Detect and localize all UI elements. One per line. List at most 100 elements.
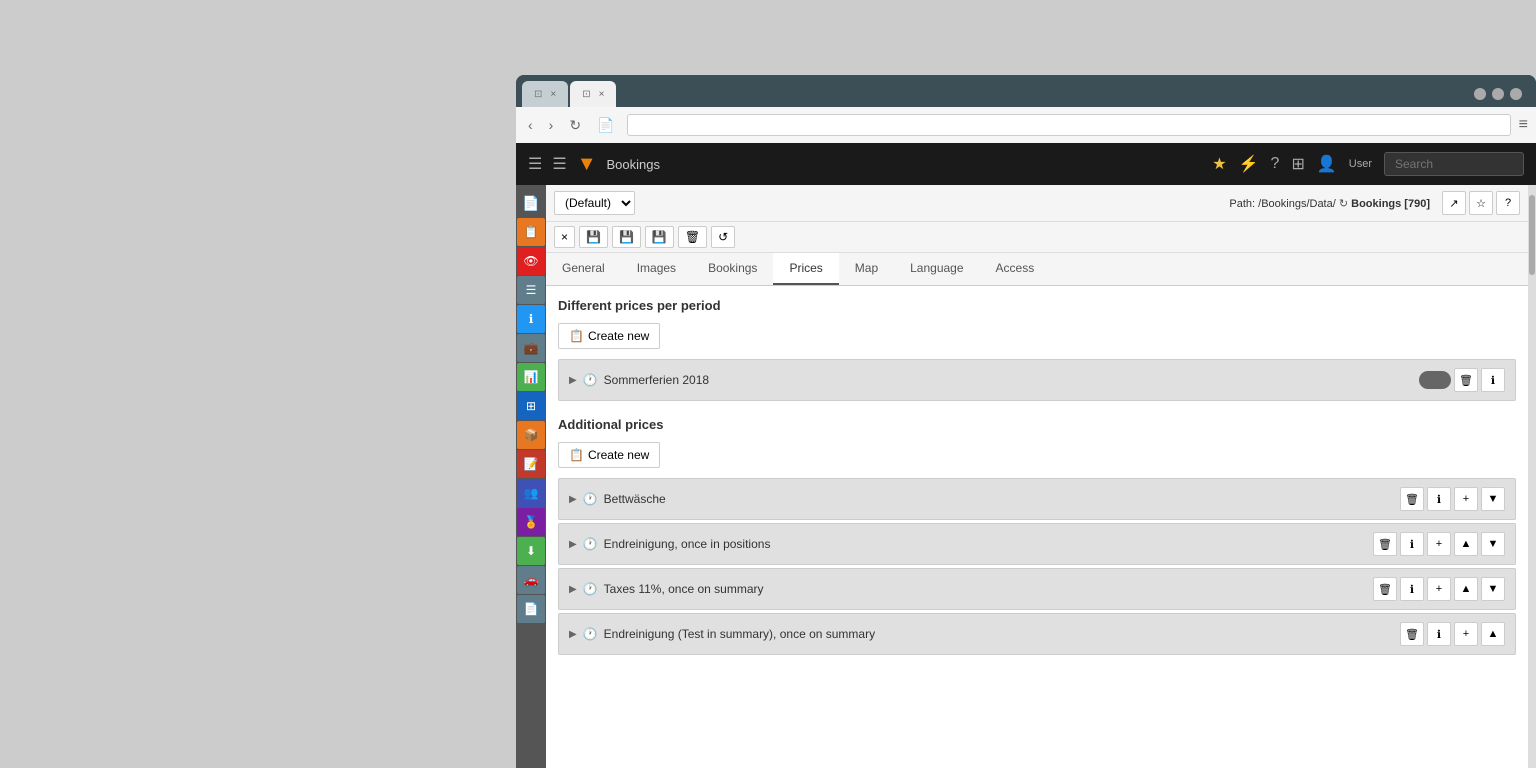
info-additional-1[interactable]: ℹ — [1427, 487, 1451, 511]
save-button[interactable]: 💾 — [579, 226, 608, 248]
sidebar-item-chart[interactable]: 📊 — [517, 363, 545, 391]
additional-row-endreinigung-2: ▶ 🕐 Endreinigung (Test in summary), once… — [558, 613, 1516, 655]
delete-additional-3[interactable]: 🗑 — [1373, 577, 1397, 601]
back-button[interactable]: ‹ — [524, 115, 537, 135]
different-prices-title: Different prices per period — [558, 298, 1516, 313]
path-label: Path: /Bookings/Data/ ↻ Bookings [790] — [1229, 197, 1430, 210]
tab-images[interactable]: Images — [621, 253, 692, 285]
sidebar-item-document[interactable]: 📄 — [517, 189, 545, 217]
tab-bookings[interactable]: Bookings — [692, 253, 773, 285]
add-additional-3[interactable]: + — [1427, 577, 1451, 601]
app-name: Bookings — [606, 157, 659, 172]
username: User — [1349, 158, 1372, 170]
add-additional-1[interactable]: + — [1454, 487, 1478, 511]
refresh-button[interactable]: ↺ — [711, 226, 735, 248]
header-icons: ★ ⚡ ? ⊞ 👤 User — [1212, 152, 1524, 176]
create-new-additional-button[interactable]: 📋 Create new — [558, 442, 660, 468]
down-additional-3[interactable]: ▼ — [1481, 577, 1505, 601]
user-avatar[interactable]: 👤 — [1317, 154, 1337, 174]
save-copy-button[interactable]: 💾 — [612, 226, 641, 248]
forward-button[interactable]: › — [545, 115, 558, 135]
create-new-period-button[interactable]: 📋 Create new — [558, 323, 660, 349]
search-input[interactable] — [1384, 152, 1524, 176]
sidebar-item-edit[interactable]: 📝 — [517, 450, 545, 478]
hamburger-menu-icon[interactable]: ☰ — [528, 154, 542, 174]
list-view-icon[interactable]: ☰ — [552, 154, 566, 174]
sidebar-item-car[interactable]: 🚗 — [517, 566, 545, 594]
sidebar-item-package[interactable]: 📦 — [517, 421, 545, 449]
expand-chevron-3[interactable]: ▶ — [569, 539, 577, 550]
info-period-button-1[interactable]: ℹ — [1481, 368, 1505, 392]
sidebar-item-view[interactable]: 👁 — [517, 247, 545, 275]
expand-chevron-4[interactable]: ▶ — [569, 584, 577, 595]
delete-button[interactable]: 🗑 — [678, 226, 707, 248]
delete-additional-1[interactable]: 🗑 — [1400, 487, 1424, 511]
address-bar-input[interactable] — [627, 114, 1511, 136]
reload-button[interactable]: ↻ — [565, 115, 585, 136]
prices-content: Different prices per period 📋 Create new… — [546, 286, 1528, 768]
info-additional-3[interactable]: ℹ — [1400, 577, 1424, 601]
help-icon[interactable]: ? — [1271, 155, 1280, 173]
sidebar-item-grid[interactable]: ⊞ — [517, 392, 545, 420]
address-bar-row: ‹ › ↻ 📄 ≡ — [516, 107, 1536, 143]
grid-icon[interactable]: ⊞ — [1291, 154, 1304, 174]
scroll-thumb[interactable] — [1529, 195, 1535, 275]
sidebar-item-list[interactable]: ☰ — [517, 276, 545, 304]
default-select[interactable]: (Default) — [554, 191, 635, 215]
sidebar-item-doc2[interactable]: 📄 — [517, 595, 545, 623]
tabs-row: General Images Bookings Prices Map Langu… — [546, 253, 1528, 286]
star-icon[interactable]: ★ — [1212, 154, 1226, 174]
expand-chevron-2[interactable]: ▶ — [569, 494, 577, 505]
tab-map[interactable]: Map — [839, 253, 894, 285]
sidebar-item-download[interactable]: ⬇ — [517, 537, 545, 565]
additional-row-bettwasche: ▶ 🕐 Bettwäsche 🗑 ℹ + ▼ — [558, 478, 1516, 520]
add-additional-2[interactable]: + — [1427, 532, 1451, 556]
sidebar-item-bookings[interactable]: 📋 — [517, 218, 545, 246]
help-button[interactable]: ? — [1496, 191, 1520, 215]
tab-prices[interactable]: Prices — [773, 253, 838, 285]
tab-close-inactive[interactable]: × — [550, 89, 556, 100]
window-btn-2[interactable] — [1492, 88, 1504, 100]
delete-additional-2[interactable]: 🗑 — [1373, 532, 1397, 556]
additional-name-bettwasche: Bettwäsche — [604, 492, 666, 506]
period-name-sommerferien: Sommerferien 2018 — [604, 373, 709, 387]
toggle-button-1[interactable] — [1419, 371, 1451, 389]
window-btn-3[interactable] — [1510, 88, 1522, 100]
clock-icon-1: 🕐 — [583, 373, 598, 387]
toolbar-row-1: (Default) Path: /Bookings/Data/ ↻ Bookin… — [546, 185, 1528, 222]
delete-period-button-1[interactable]: 🗑 — [1454, 368, 1478, 392]
tab-close-active[interactable]: × — [599, 89, 605, 100]
page-button[interactable]: 📄 — [593, 115, 618, 136]
external-link-button[interactable]: ↗ — [1442, 191, 1466, 215]
main-content: 📄 📋 👁 ☰ ℹ 💼 📊 ⊞ 📦 📝 👥 🏅 ⬇ 🚗 📄 (Default) — [516, 185, 1536, 768]
add-additional-4[interactable]: + — [1454, 622, 1478, 646]
sidebar-item-info[interactable]: ℹ — [517, 305, 545, 333]
browser-tab-active[interactable]: ⊡ × — [570, 81, 616, 107]
down-additional-2[interactable]: ▼ — [1481, 532, 1505, 556]
down-additional-1[interactable]: ▼ — [1481, 487, 1505, 511]
additional-prices-title: Additional prices — [558, 417, 1516, 432]
expand-chevron-5[interactable]: ▶ — [569, 629, 577, 640]
browser-tab-inactive[interactable]: ⊡ × — [522, 81, 568, 107]
up-additional-2[interactable]: ▲ — [1454, 532, 1478, 556]
save-new-button[interactable]: 💾 — [645, 226, 674, 248]
sidebar-item-medal[interactable]: 🏅 — [517, 508, 545, 536]
expand-chevron-1[interactable]: ▶ — [569, 375, 577, 386]
close-button[interactable]: × — [554, 226, 575, 248]
up-additional-4[interactable]: ▲ — [1481, 622, 1505, 646]
window-btn-1[interactable] — [1474, 88, 1486, 100]
tab-general[interactable]: General — [546, 253, 621, 285]
info-additional-2[interactable]: ℹ — [1400, 532, 1424, 556]
tab-access[interactable]: Access — [980, 253, 1051, 285]
scroll-bar[interactable] — [1528, 185, 1536, 768]
tab-language[interactable]: Language — [894, 253, 979, 285]
bolt-icon[interactable]: ⚡ — [1239, 154, 1259, 174]
sidebar-item-users[interactable]: 👥 — [517, 479, 545, 507]
info-additional-4[interactable]: ℹ — [1427, 622, 1451, 646]
up-additional-3[interactable]: ▲ — [1454, 577, 1478, 601]
create-icon-2: 📋 — [569, 448, 584, 462]
sidebar-item-briefcase[interactable]: 💼 — [517, 334, 545, 362]
delete-additional-4[interactable]: 🗑 — [1400, 622, 1424, 646]
favorite-button[interactable]: ☆ — [1469, 191, 1493, 215]
browser-menu-icon[interactable]: ≡ — [1519, 116, 1528, 134]
